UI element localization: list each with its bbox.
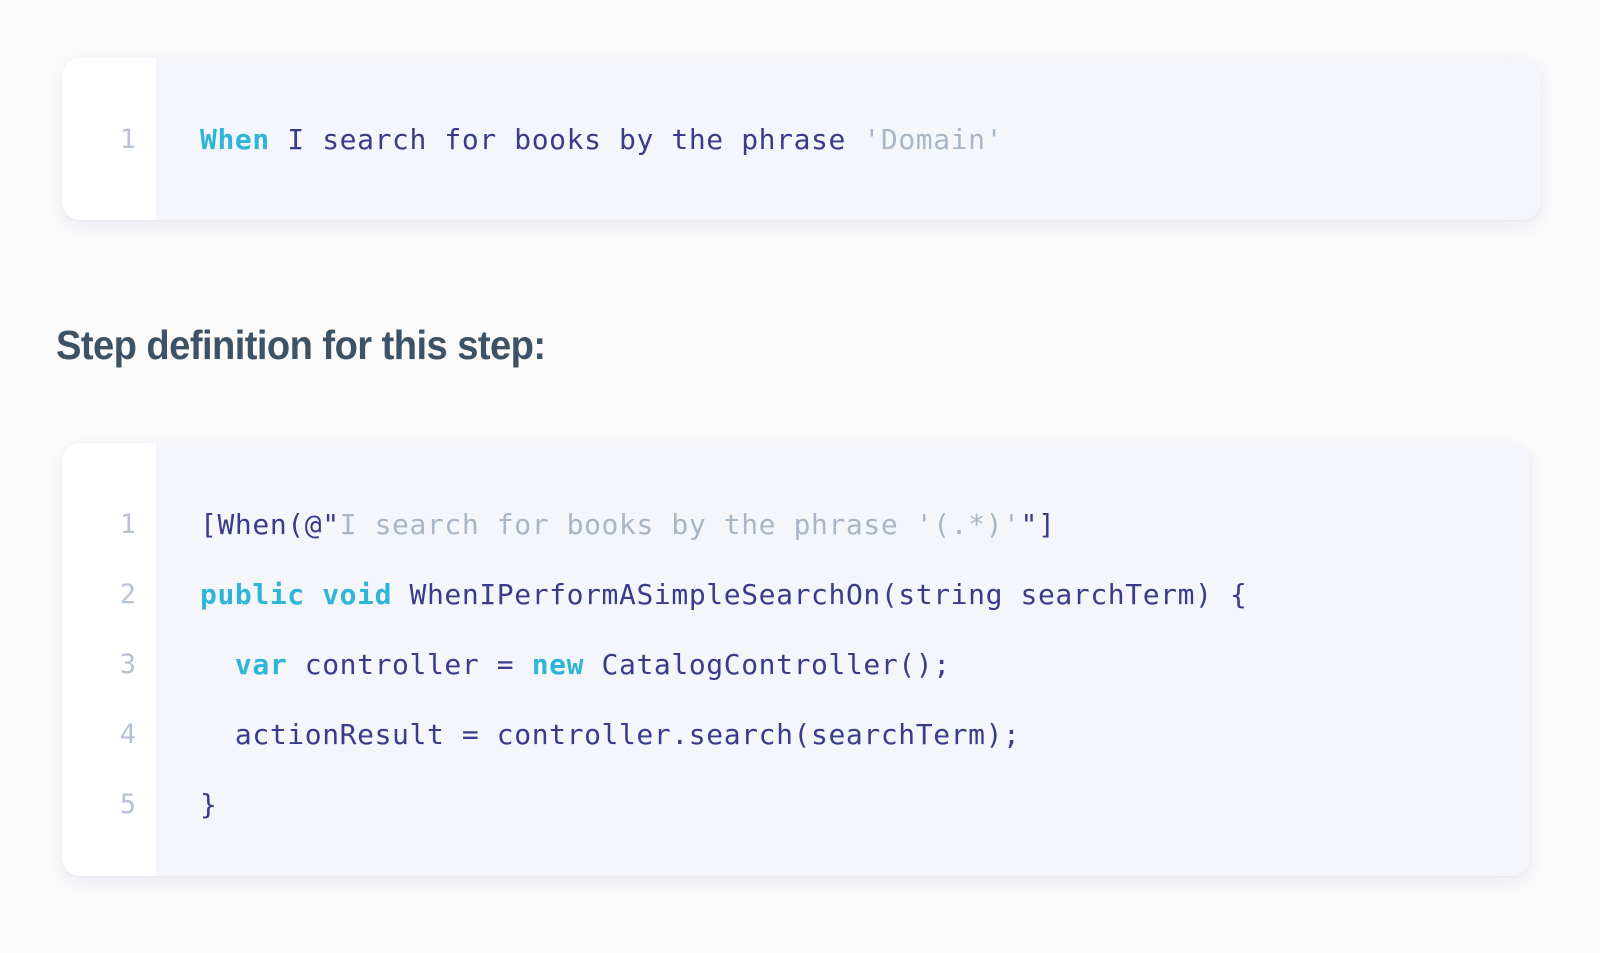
- line-number: 4: [62, 699, 156, 769]
- code-token-plain: WhenIPerformASimpleSearchOn(string searc…: [392, 578, 1247, 611]
- line-number: 1: [62, 58, 156, 220]
- gherkin-line-number-gutter: 1: [62, 58, 156, 220]
- code-token-keyword: new: [532, 648, 584, 681]
- code-token-plain: controller =: [287, 648, 531, 681]
- code-token-plain: [When(@": [200, 508, 340, 541]
- code-token-keyword: public void: [200, 578, 392, 611]
- line-number: 3: [62, 629, 156, 699]
- code-token-keyword: var: [235, 648, 287, 681]
- code-token-plain: [200, 648, 235, 681]
- page-root: 1 When I search for books by the phrase …: [0, 0, 1600, 953]
- line-number: 5: [62, 769, 156, 839]
- code-line[interactable]: public void WhenIPerformASimpleSearchOn(…: [156, 559, 1530, 629]
- code-token-plain: actionResult = controller.search(searchT…: [200, 718, 1021, 751]
- code-token-string: 'Domain': [863, 123, 1003, 156]
- stepdef-code-block: 12345 [When(@"I search for books by the …: [62, 443, 1530, 876]
- code-line[interactable]: var controller = new CatalogController()…: [156, 629, 1530, 699]
- code-line[interactable]: [When(@"I search for books by the phrase…: [156, 489, 1530, 559]
- code-line[interactable]: When I search for books by the phrase 'D…: [156, 58, 1541, 220]
- line-number: 1: [62, 489, 156, 559]
- gherkin-code-block: 1 When I search for books by the phrase …: [62, 58, 1541, 220]
- code-token-plain: CatalogController();: [584, 648, 951, 681]
- code-token-plain: "]: [1021, 508, 1056, 541]
- code-line[interactable]: actionResult = controller.search(searchT…: [156, 699, 1530, 769]
- stepdef-code-area[interactable]: [When(@"I search for books by the phrase…: [156, 443, 1530, 876]
- code-line[interactable]: }: [156, 769, 1530, 839]
- section-heading: Step definition for this step:: [56, 322, 546, 369]
- stepdef-line-number-gutter: 12345: [62, 443, 156, 876]
- code-token-keyword: When: [200, 123, 270, 156]
- line-number: 2: [62, 559, 156, 629]
- gherkin-code-area[interactable]: When I search for books by the phrase 'D…: [156, 58, 1541, 220]
- code-token-plain: I search for books by the phrase: [270, 123, 864, 156]
- code-token-string: I search for books by the phrase '(.*)': [340, 508, 1021, 541]
- code-token-plain: }: [200, 788, 217, 821]
